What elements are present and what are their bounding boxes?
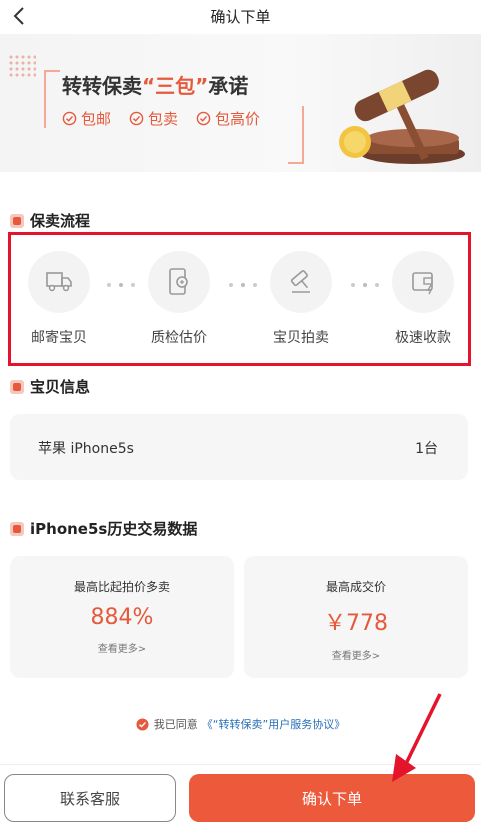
promise-border-left (44, 70, 60, 128)
page-title: 确认下单 (210, 8, 271, 26)
check-circle-icon (129, 111, 144, 126)
section-marker-icon (10, 379, 24, 394)
gavel-icon (290, 270, 310, 293)
history-section-label: iPhone5s历史交易数据 (30, 520, 198, 538)
flow-step-label: 宝贝拍卖 (273, 330, 329, 346)
product-info-card: 苹果 iPhone5s 1台 (10, 414, 468, 480)
agreement-link[interactable]: 《“转转保卖”用户服务协议》 (202, 716, 345, 732)
contact-service-button[interactable]: 联系客服 (4, 774, 176, 822)
flow-section-title: 保卖流程 (10, 210, 90, 231)
flow-section-label: 保卖流程 (30, 212, 91, 230)
promise-border-right (288, 106, 304, 164)
promise-title-prefix: 转转保卖 (62, 74, 142, 98)
stat-card-markup: 最高比起拍价多卖 884% 查看更多> (10, 556, 234, 678)
flow-connector (107, 283, 135, 287)
view-more-link[interactable]: 查看更多> (10, 640, 234, 655)
stat-value: 884% (90, 605, 154, 630)
product-name: 苹果 iPhone5s (38, 441, 134, 457)
stat-label: 最高比起拍价多卖 (73, 580, 170, 594)
flow-step-payout: 极速收款 (377, 251, 469, 347)
flow-step-auction: 宝贝拍卖 (255, 251, 347, 347)
promise-item-label: 包邮 (81, 110, 112, 128)
section-marker-icon (10, 213, 24, 228)
promise-items: 包邮 包卖 包高价 (62, 108, 260, 129)
promise-title: 转转保卖“三包”承诺 (62, 70, 248, 99)
view-more-link[interactable]: 查看更多> (244, 647, 468, 662)
promise-title-suffix: 承诺 (208, 74, 249, 98)
promise-banner: 转转保卖“三包”承诺 包邮 包卖 包高价 (0, 34, 481, 172)
gavel-illustration-icon (339, 69, 465, 164)
truck-icon (46, 272, 72, 292)
promise-item-label: 包高价 (215, 110, 261, 128)
wallet-icon (412, 272, 433, 295)
banner-dots-decoration (8, 54, 36, 78)
agreement-text: 我已同意 (153, 718, 198, 731)
promise-item-label: 包卖 (148, 110, 179, 128)
stat-value: ￥778 (324, 611, 388, 636)
history-section-title: iPhone5s历史交易数据 (10, 518, 197, 539)
check-circle-icon (196, 111, 211, 126)
flow-step-label: 质检估价 (151, 330, 207, 346)
flow-steps-highlight: 邮寄宝贝 质检估价 宝贝拍卖 极速收款 (8, 232, 471, 366)
stat-card-top-price: 最高成交价 ￥778 查看更多> (244, 556, 468, 678)
promise-title-highlight: “三包” (142, 74, 209, 98)
stat-label: 最高成交价 (325, 580, 386, 594)
flow-step-icon-wrap (270, 251, 332, 313)
promise-item-sale: 包卖 (129, 108, 178, 129)
agreement-row: 我已同意 《“转转保卖”用户服务协议》 (0, 716, 481, 732)
check-circle-icon (62, 111, 77, 126)
confirm-order-button[interactable]: 确认下单 (189, 774, 475, 822)
product-section-label: 宝贝信息 (30, 378, 91, 396)
section-marker-icon (10, 521, 24, 536)
inspect-phone-icon (169, 268, 188, 295)
flow-step-inspect: 质检估价 (133, 251, 225, 347)
flow-step-icon-wrap (148, 251, 210, 313)
product-section-title: 宝贝信息 (10, 376, 90, 397)
flow-connector (229, 283, 257, 287)
header-bar: 确认下单 (0, 0, 481, 34)
flow-step-ship: 邮寄宝贝 (13, 251, 105, 347)
flow-connector (351, 283, 379, 287)
product-quantity: 1台 (415, 441, 438, 457)
flow-step-icon-wrap (28, 251, 90, 313)
agreement-checkbox[interactable] (136, 717, 149, 731)
flow-step-label: 邮寄宝贝 (31, 330, 87, 346)
bottom-action-bar: 联系客服 确认下单 (0, 764, 481, 825)
flow-step-icon-wrap (392, 251, 454, 313)
flow-step-label: 极速收款 (395, 330, 451, 346)
promise-box: 转转保卖“三包”承诺 包邮 包卖 包高价 (44, 70, 304, 164)
promise-item-high-price: 包高价 (196, 108, 260, 129)
promise-item-shipping: 包邮 (62, 108, 111, 129)
